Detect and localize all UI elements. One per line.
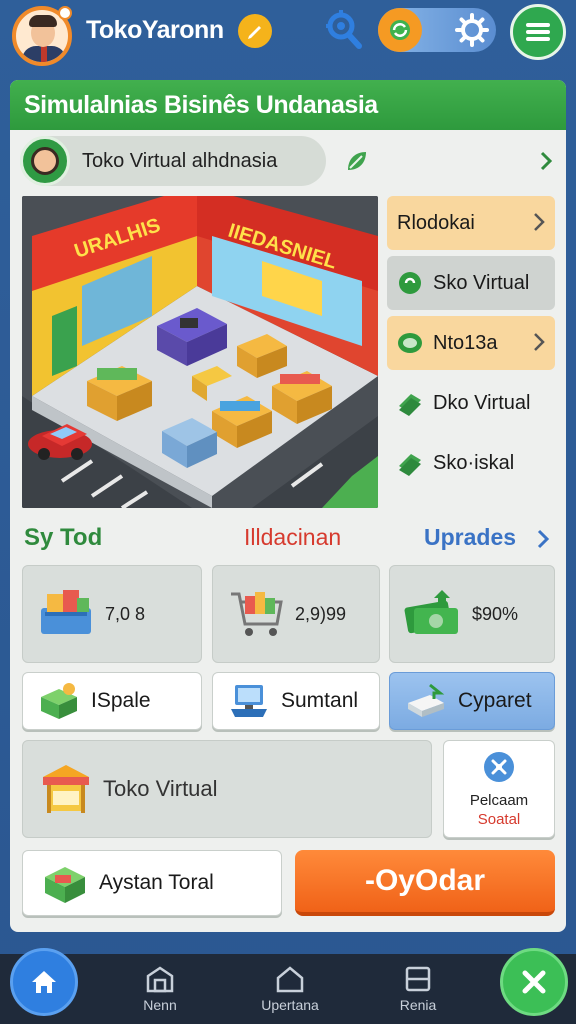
settings-toggle[interactable] [378,8,496,52]
stat-value: $90% [472,603,519,624]
computer-icon [231,685,267,717]
chevron-right-icon[interactable] [536,528,550,550]
store-selector[interactable]: Toko Virtual alhdnasia [20,136,326,186]
side-item-label: Dko Virtual [433,391,531,414]
home-icon [32,971,56,993]
settings-card[interactable]: Pelcaam Soatal [443,740,555,838]
nav-item-store[interactable]: Nenn [120,964,200,1013]
green-money-icon [399,394,421,416]
tab-middle[interactable]: Illdacinan [244,524,341,551]
stat-card-inventory[interactable]: 7,0 8 [22,565,202,663]
gear-icon [455,13,489,47]
side-item-2[interactable]: Sko Virtual [387,256,555,310]
action-button-3[interactable]: Cyparet [389,672,555,730]
side-item-5[interactable]: Sko·iskal [387,436,555,490]
tray-icon [405,966,431,992]
total-card[interactable]: Aystan Toral [22,850,282,916]
panel-header: Simulalnias Bisinês Undanasia [10,80,566,130]
stat-value: 2,9)99 [295,603,347,624]
action-button-1[interactable]: ISpale [22,672,202,730]
chevron-right-icon [534,213,545,231]
action-label: Cyparet [458,689,532,712]
order-button[interactable]: -OyOdar [295,850,555,916]
shopping-cart-icon [231,592,283,636]
total-card-label: Aystan Toral [99,871,214,894]
menu-icon [526,20,550,44]
chevron-right-icon[interactable] [538,150,554,172]
nav-item-tray[interactable]: Renia [378,964,458,1013]
stat-value: 7,0 8 [105,603,146,624]
tools-icon [484,752,514,782]
store-icon [146,966,174,993]
menu-button[interactable] [510,4,566,60]
side-item-label: Sko·iskal [433,451,515,474]
stat-card-sales[interactable]: 2,9)99 [212,565,380,663]
package-icon [408,683,445,717]
store-row: Toko Virtual alhdnasia [20,136,556,186]
main-panel: Simulalnias Bisinês Undanasia Toko Virtu… [10,80,566,932]
home-button[interactable] [10,948,78,1016]
side-item-label: Sko Virtual [433,271,530,294]
cart-boxes-icon [41,590,91,634]
side-item-1[interactable]: Rlodokai [387,196,555,250]
refresh-icon [390,20,410,40]
order-button-label: -OyOdar [364,864,486,897]
panel-title: Simulalnias Bisinês Undanasia [24,90,378,119]
section-labels: Sy Tod Illdacinan Uprades [22,520,556,556]
nav-label: Renia [399,997,437,1013]
house-icon [276,966,304,993]
store-illustration: URALHIS IIEDASNIEL [22,196,378,508]
action-button-2[interactable]: Sumtanl [212,672,380,730]
store-card-label: Toko Virtual [103,776,218,801]
top-bar: TokoYaronn [0,0,576,74]
green-circle-icon [399,272,421,294]
player-name: TokoYaronn [86,16,224,44]
market-stall-icon [43,765,89,813]
side-item-label: Rlodokai [397,211,475,234]
side-item-label: Nto13a [433,331,498,354]
green-crate-icon [45,867,85,903]
green-cash-icon [398,333,422,353]
nav-label: Upertana [261,997,319,1013]
pencil-icon [248,26,261,39]
bottom-nav: Nenn Upertana Renia [0,948,576,1024]
tab-upgrades[interactable]: Uprades [424,524,516,551]
search-gear-icon[interactable] [324,8,364,52]
close-icon [522,970,546,994]
leaf-icon[interactable] [344,148,370,174]
cash-stack-icon [404,590,458,634]
side-item-3[interactable]: Nto13a [387,316,555,370]
stat-card-profit[interactable]: $90% [389,565,555,663]
store-owner-icon [20,136,70,186]
store-card[interactable]: Toko Virtual [22,740,432,838]
chevron-right-icon [534,333,545,351]
store-name: Toko Virtual alhdnasia [82,149,278,172]
action-label: Sumtanl [281,689,359,712]
green-box-icon [41,683,77,719]
tab-left[interactable]: Sy Tod [24,524,102,552]
settings-card-line1: Pelcaam [469,792,529,809]
toggle-knob [378,8,422,52]
side-item-4[interactable]: Dko Virtual [387,376,555,430]
action-label: ISpale [91,689,151,712]
settings-card-line2: Soatal [477,811,521,828]
side-menu: Rlodokai Sko Virtual Nto13a Dko Virtual … [387,196,555,496]
close-button[interactable] [500,948,568,1016]
store-scene[interactable]: URALHIS IIEDASNIEL [22,196,378,508]
green-money-icon [399,454,421,476]
edit-name-button[interactable] [238,14,272,48]
avatar-badge [58,6,72,20]
nav-label: Nenn [143,997,177,1013]
nav-item-house[interactable]: Upertana [250,964,330,1013]
